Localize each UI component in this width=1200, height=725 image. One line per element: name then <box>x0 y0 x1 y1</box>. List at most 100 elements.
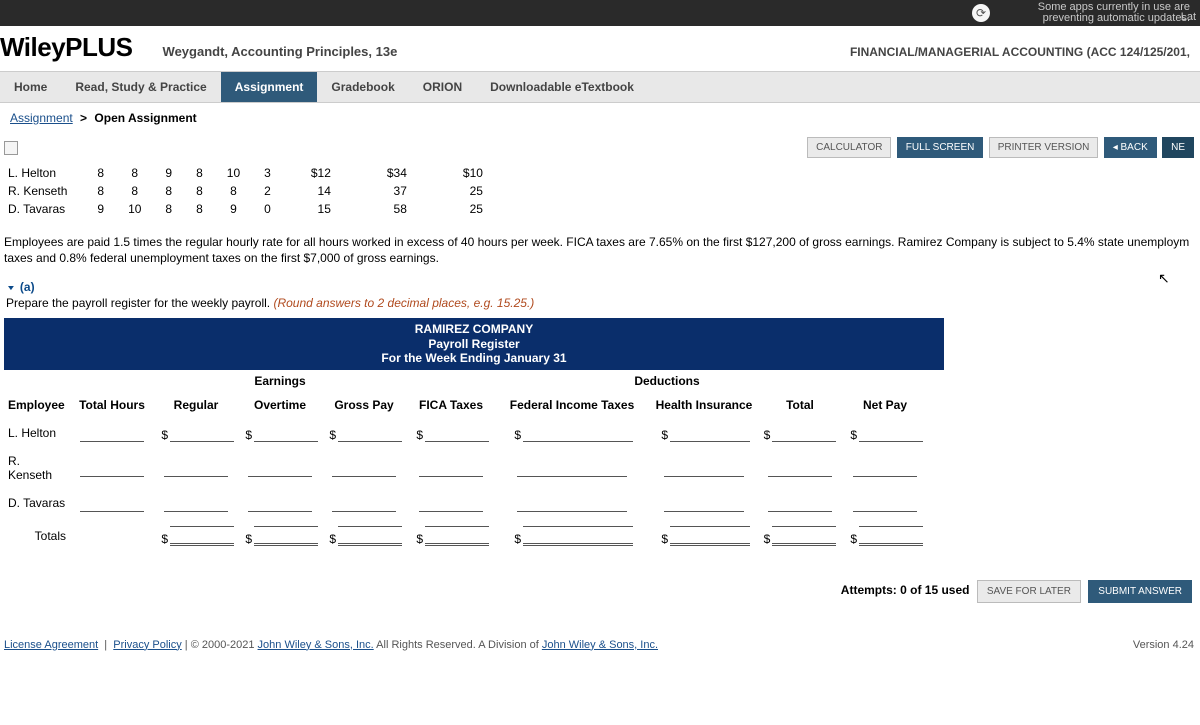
brand-bar: WileyPLUS Weygandt, Accounting Principle… <box>0 26 1200 71</box>
totals-label: Totals <box>4 523 70 549</box>
total-ded-input[interactable] <box>768 494 832 512</box>
fica-total-input[interactable] <box>425 526 489 546</box>
breadcrumb: Assignment > Open Assignment <box>0 103 1200 133</box>
breadcrumb-link-assignment[interactable]: Assignment <box>10 111 73 125</box>
net-pay-input[interactable] <box>853 459 917 477</box>
submit-answer-button[interactable]: SUBMIT ANSWER <box>1088 580 1192 603</box>
register-title: RAMIREZ COMPANY Payroll Register For the… <box>4 318 944 369</box>
main-nav: Home Read, Study & Practice Assignment G… <box>0 71 1200 103</box>
gross-input[interactable] <box>332 459 396 477</box>
brand-logo: WileyPLUS <box>0 32 133 63</box>
problem-text: Employees are paid 1.5 times the regular… <box>0 228 1200 280</box>
back-button[interactable]: ◂ BACK <box>1104 137 1157 158</box>
health-input[interactable] <box>664 459 744 477</box>
register-row-helton: L. Helton $ $ $ $ $ $ $ $ <box>4 418 944 448</box>
nav-orion[interactable]: ORION <box>409 72 476 102</box>
version-label: Version 4.24 <box>1133 639 1194 651</box>
total-ded-input[interactable] <box>772 424 836 442</box>
register-columns: Employee Total Hours Regular Overtime Gr… <box>4 392 944 418</box>
regular-input[interactable] <box>170 424 234 442</box>
footer-wiley-link2[interactable]: John Wiley & Sons, Inc. <box>542 639 658 651</box>
full-screen-button[interactable]: FULL SCREEN <box>897 137 984 158</box>
total-hours-input[interactable] <box>80 459 144 477</box>
nav-read-study-practice[interactable]: Read, Study & Practice <box>61 72 220 102</box>
update-icon: ⟳ <box>972 4 990 22</box>
register-row-totals: Totals $ $ $ $ $ $ $ $ <box>4 520 944 552</box>
printer-version-button[interactable]: PRINTER VERSION <box>989 137 1099 158</box>
banner-line2: preventing automatic updates. <box>1043 12 1190 24</box>
regular-total-input[interactable] <box>170 526 234 546</box>
payroll-register: RAMIREZ COMPANY Payroll Register For the… <box>4 318 944 551</box>
part-letter: (a) <box>20 280 35 294</box>
federal-input[interactable] <box>523 424 633 442</box>
course-title: Weygandt, Accounting Principles, 13e <box>163 44 850 63</box>
table-row: D. Tavaras 9108890 15 58 25 <box>4 200 511 218</box>
health-input[interactable] <box>664 494 744 512</box>
gross-total-input[interactable] <box>338 526 402 546</box>
federal-input[interactable] <box>517 494 627 512</box>
calculator-button[interactable]: CALCULATOR <box>807 137 891 158</box>
net-pay-total-input[interactable] <box>859 526 923 546</box>
table-row: R. Kenseth 888882 14 37 25 <box>4 182 511 200</box>
fica-input[interactable] <box>425 424 489 442</box>
deductions-header: Deductions <box>490 370 844 392</box>
part-label[interactable]: ▼ (a) <box>0 280 1200 294</box>
save-for-later-button[interactable]: SAVE FOR LATER <box>977 580 1081 603</box>
total-hours-input[interactable] <box>80 494 144 512</box>
license-agreement-link[interactable]: License Agreement <box>4 639 98 651</box>
next-button[interactable]: NE <box>1162 137 1194 158</box>
browser-update-banner: ⟳ Some apps currently in use are prevent… <box>0 0 1200 26</box>
part-instructions: Prepare the payroll register for the wee… <box>0 294 1200 318</box>
page-footer: License Agreement | Privacy Policy | © 2… <box>0 609 1200 657</box>
table-row: L. Helton 8898103 $12 $34 $10 <box>4 164 511 182</box>
overtime-input[interactable] <box>254 424 318 442</box>
footer-wiley-link1[interactable]: John Wiley & Sons, Inc. <box>258 639 374 651</box>
row-label: D. Tavaras <box>4 490 70 516</box>
total-ded-input[interactable] <box>768 459 832 477</box>
nav-etextbook[interactable]: Downloadable eTextbook <box>476 72 648 102</box>
register-category-row: Earnings Deductions <box>4 370 944 392</box>
emp-name: R. Kenseth <box>4 182 85 200</box>
assignment-toolbar: CALCULATOR FULL SCREEN PRINTER VERSION ◂… <box>799 133 1200 162</box>
instr-text: Prepare the payroll register for the wee… <box>6 296 273 310</box>
overtime-input[interactable] <box>248 494 312 512</box>
nav-home[interactable]: Home <box>0 72 61 102</box>
health-total-input[interactable] <box>670 526 750 546</box>
privacy-policy-link[interactable]: Privacy Policy <box>113 639 181 651</box>
cursor-icon: ↖ <box>1158 270 1170 287</box>
emp-name: L. Helton <box>4 164 85 182</box>
row-label: L. Helton <box>4 420 70 446</box>
attempts-row: Attempts: 0 of 15 used SAVE FOR LATER SU… <box>0 552 1200 609</box>
overtime-total-input[interactable] <box>254 526 318 546</box>
item-marker-icon <box>4 141 18 155</box>
collapse-icon: ▼ <box>6 285 16 293</box>
row-label: R. Kenseth <box>4 448 70 488</box>
gross-input[interactable] <box>338 424 402 442</box>
attempts-label: Attempts: 0 of 15 used <box>841 583 970 597</box>
breadcrumb-current: Open Assignment <box>94 111 196 125</box>
regular-input[interactable] <box>164 494 228 512</box>
net-pay-input[interactable] <box>859 424 923 442</box>
instr-hint: (Round answers to 2 decimal places, e.g.… <box>273 296 534 310</box>
hours-data-table: L. Helton 8898103 $12 $34 $10 R. Kenseth… <box>4 164 511 218</box>
nav-gradebook[interactable]: Gradebook <box>317 72 408 102</box>
course-section: FINANCIAL/MANAGERIAL ACCOUNTING (ACC 124… <box>850 45 1190 63</box>
total-hours-input[interactable] <box>80 424 144 442</box>
net-pay-input[interactable] <box>853 494 917 512</box>
fica-input[interactable] <box>419 459 483 477</box>
gross-input[interactable] <box>332 494 396 512</box>
overtime-input[interactable] <box>248 459 312 477</box>
nav-assignment[interactable]: Assignment <box>221 72 318 102</box>
banner-right-trunc: Lat <box>1181 12 1196 23</box>
fica-input[interactable] <box>419 494 483 512</box>
register-row-kenseth: R. Kenseth <box>4 448 944 488</box>
register-row-tavaras: D. Tavaras <box>4 488 944 518</box>
total-ded-total-input[interactable] <box>772 526 836 546</box>
federal-input[interactable] <box>517 459 627 477</box>
regular-input[interactable] <box>164 459 228 477</box>
assignment-toolbar-row: CALCULATOR FULL SCREEN PRINTER VERSION ◂… <box>0 133 1200 162</box>
footer-copy-mid: All Rights Reserved. A Division of <box>376 639 542 651</box>
health-input[interactable] <box>670 424 750 442</box>
federal-total-input[interactable] <box>523 526 633 546</box>
emp-name: D. Tavaras <box>4 200 85 218</box>
